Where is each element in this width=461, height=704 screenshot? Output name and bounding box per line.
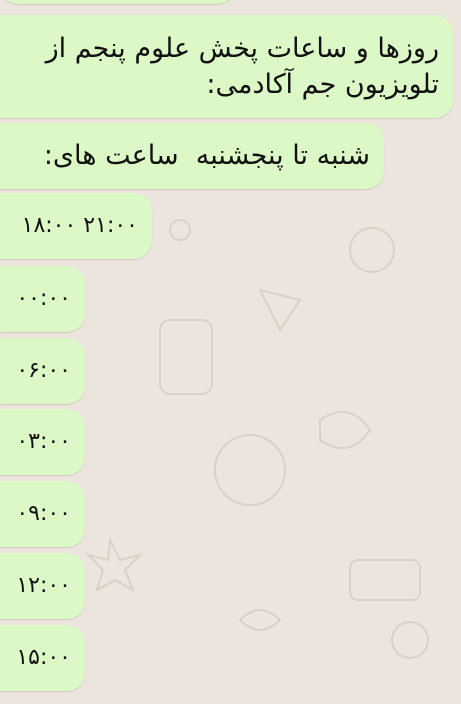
message-text: شنبه تا پنجشنبه ساعت های: [43, 140, 370, 171]
message-bubble[interactable]: شنبه تا پنجشنبه ساعت های: [0, 123, 384, 189]
message-bubble[interactable]: روزها و ساعات پخش علوم پنجم از تلویزیون … [0, 15, 453, 118]
message-bubble[interactable]: ۱۲:۰۰ [0, 553, 85, 619]
message-text: ۱۲:۰۰ [16, 573, 71, 598]
message-text: روزها و ساعات پخش علوم پنجم از تلویزیون … [37, 32, 439, 100]
message-bubble[interactable]: ۰۶:۰۰ [0, 338, 85, 404]
message-bubble[interactable]: ۰۹:۰۰ [0, 481, 85, 547]
message-text: ۰۳:۰۰ [16, 429, 71, 454]
message-bubble[interactable]: ۱۵:۰۰ [0, 625, 85, 691]
message-text: ۰۶:۰۰ [16, 358, 71, 383]
message-bubble[interactable]: ۱۸:۰۰ ۲۱:۰۰ [0, 193, 152, 259]
message-text: ۰۹:۰۰ [16, 501, 71, 526]
message-bubble[interactable] [0, 0, 235, 4]
message-bubble[interactable]: ۰۰:۰۰ [0, 266, 85, 332]
chat-area: روزها و ساعات پخش علوم پنجم از تلویزیون … [0, 0, 461, 704]
message-text: ۱۵:۰۰ [16, 645, 71, 670]
message-text: ۱۸:۰۰ ۲۱:۰۰ [21, 213, 138, 238]
message-bubble[interactable]: ۰۳:۰۰ [0, 409, 85, 475]
message-text: ۰۰:۰۰ [16, 286, 71, 311]
